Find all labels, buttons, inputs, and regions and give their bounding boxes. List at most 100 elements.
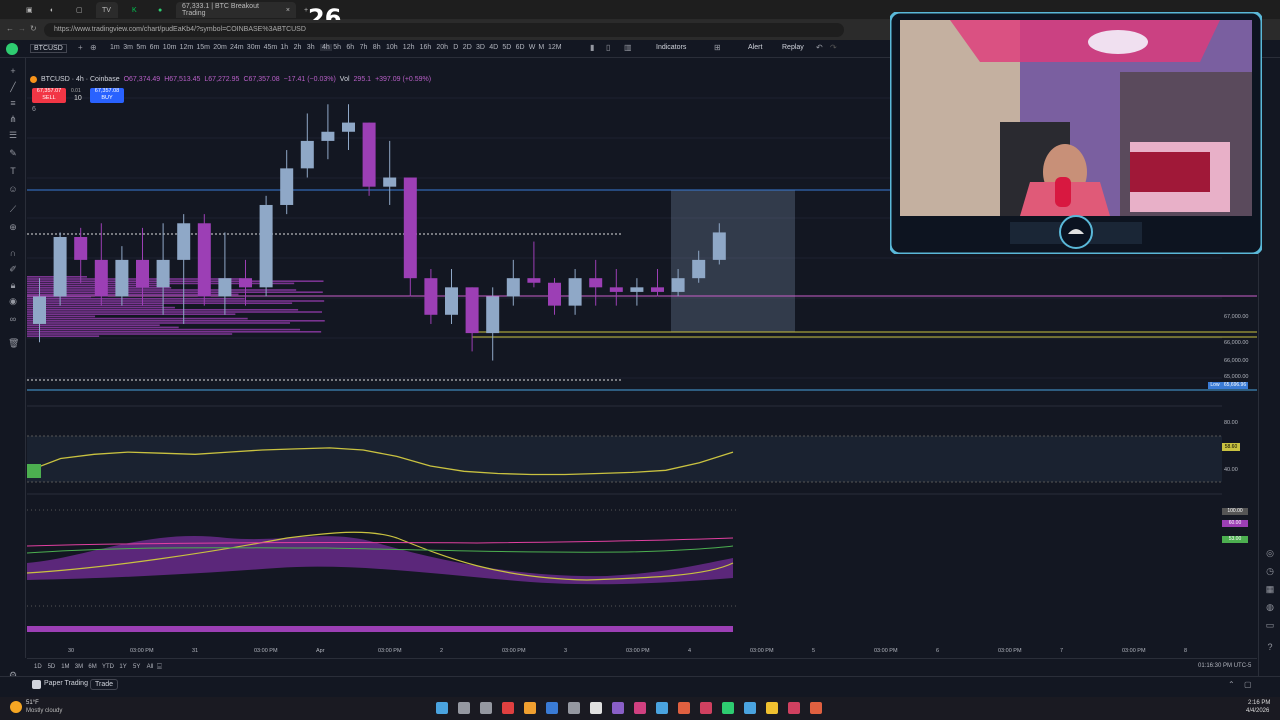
undo-icon[interactable]: ↶	[816, 43, 823, 52]
text-icon[interactable]: T	[8, 166, 18, 176]
timeframe-6m[interactable]: 6m	[150, 44, 160, 51]
timeframe-1m[interactable]: 1m	[110, 44, 120, 51]
range-All[interactable]: All	[147, 664, 154, 670]
app-taskbar-icon[interactable]	[744, 702, 756, 714]
crosshair-icon[interactable]: +	[8, 66, 18, 76]
collapse-icon[interactable]: ⌃	[1228, 680, 1235, 689]
alert-button[interactable]: Alert	[748, 44, 762, 51]
timeframe-3m[interactable]: 3m	[123, 44, 133, 51]
timeframe-1h[interactable]: 1h	[280, 44, 288, 51]
start-taskbar-icon[interactable]	[436, 702, 448, 714]
browser-tab[interactable]: TV	[96, 2, 118, 18]
timeframe-5m[interactable]: 5m	[136, 44, 146, 51]
timeframe-20m[interactable]: 20m	[213, 44, 227, 51]
browser-tab-active[interactable]: 67,333.1 | BTC Breakout Trading ×	[176, 2, 296, 18]
emoji-icon[interactable]: ☺	[8, 184, 18, 194]
pencil-lock-icon[interactable]: ✐	[8, 264, 18, 274]
range-1M[interactable]: 1M	[61, 664, 69, 670]
calendar-icon[interactable]: ▦	[1265, 584, 1275, 594]
timeframe-5h[interactable]: 5h	[333, 44, 341, 51]
ruler-icon[interactable]: ⟋	[8, 204, 18, 214]
timeframe-2D[interactable]: 2D	[463, 44, 472, 51]
timeframe-16h[interactable]: 16h	[420, 44, 432, 51]
app-taskbar-icon[interactable]	[634, 702, 646, 714]
ideas-icon[interactable]: ◍	[1265, 602, 1275, 612]
trash-icon[interactable]: 🗑︎	[8, 338, 19, 348]
compare-icon[interactable]: ⊕	[90, 43, 97, 52]
symbol-search[interactable]: BTCUSD	[30, 44, 67, 53]
timeframe-6D[interactable]: 6D	[516, 44, 525, 51]
range-1D[interactable]: 1D	[34, 664, 42, 670]
browser-taskbar-icon[interactable]	[722, 702, 734, 714]
calendar-range-icon[interactable]: ⌸	[157, 662, 162, 672]
buy-button[interactable]: 67,357.08 BUY	[90, 88, 124, 103]
timeframe-M[interactable]: M	[538, 44, 544, 51]
app-taskbar-icon[interactable]	[700, 702, 712, 714]
timeframe-6h[interactable]: 6h	[346, 44, 354, 51]
timeframe-5D[interactable]: 5D	[502, 44, 511, 51]
watchlist-icon[interactable]: ◎	[1265, 548, 1275, 558]
trendline-icon[interactable]: ╱	[8, 82, 18, 92]
paper-trading-tab[interactable]: Paper Trading	[44, 680, 88, 687]
app-taskbar-icon[interactable]	[502, 702, 514, 714]
trade-button[interactable]: Trade	[90, 679, 119, 690]
lock-icon[interactable]: 🔒︎	[8, 280, 18, 290]
chrome-taskbar-icon[interactable]	[766, 702, 778, 714]
range-6M[interactable]: 6M	[88, 664, 96, 670]
chat-icon[interactable]: ▭	[1265, 620, 1275, 630]
timeframe-7h[interactable]: 7h	[360, 44, 368, 51]
app-taskbar-icon[interactable]	[788, 702, 800, 714]
app-taskbar-icon[interactable]	[568, 702, 580, 714]
browser-tab[interactable]: ▢	[70, 2, 89, 18]
range-1Y[interactable]: 1Y	[119, 664, 126, 670]
add-symbol-icon[interactable]: +	[78, 43, 83, 52]
horizontal-lines-icon[interactable]: ≡	[8, 98, 18, 108]
range-5Y[interactable]: 5Y	[133, 664, 140, 670]
brush-icon[interactable]: ✎	[8, 148, 18, 158]
app-taskbar-icon[interactable]	[524, 702, 536, 714]
timeframe-2h[interactable]: 2h	[294, 44, 302, 51]
taskview-taskbar-icon[interactable]	[480, 702, 492, 714]
timeframe-D[interactable]: D	[453, 44, 458, 51]
legend-title[interactable]: BTCUSD · 4h · Coinbase	[41, 76, 120, 83]
bars-icon[interactable]: ▯	[606, 43, 610, 52]
browser-tab[interactable]: K	[126, 2, 143, 18]
help-icon[interactable]: ?	[1265, 642, 1275, 652]
app-taskbar-icon[interactable]	[810, 702, 822, 714]
timeframe-15m[interactable]: 15m	[196, 44, 210, 51]
browser-tab[interactable]: ▣	[20, 2, 39, 18]
tiktok-taskbar-icon[interactable]	[590, 702, 602, 714]
app-taskbar-icon[interactable]	[656, 702, 668, 714]
timeframe-12h[interactable]: 12h	[403, 44, 415, 51]
chart-type-icon[interactable]: ▮	[590, 43, 594, 52]
browser-tab[interactable]: ◐	[44, 2, 60, 18]
maximize-icon[interactable]: ▢	[1244, 680, 1252, 689]
timeframe-3h[interactable]: 3h	[307, 44, 315, 51]
indicator-count[interactable]: 6	[32, 106, 36, 113]
range-YTD[interactable]: YTD	[102, 664, 114, 670]
timeframe-10h[interactable]: 10h	[386, 44, 398, 51]
link-icon[interactable]: ∞	[8, 314, 18, 324]
timeframe-W[interactable]: W	[529, 44, 536, 51]
browser-tab[interactable]: ●	[152, 2, 168, 18]
range-5D[interactable]: 5D	[48, 664, 56, 670]
magnet-icon[interactable]: ∩	[8, 248, 18, 258]
timeframe-10m[interactable]: 10m	[163, 44, 177, 51]
replay-button[interactable]: Replay	[782, 44, 804, 51]
url-field[interactable]: https://www.tradingview.com/chart/pudEaK…	[44, 23, 844, 37]
timeframe-45m[interactable]: 45m	[264, 44, 278, 51]
heikin-icon[interactable]: ▥	[624, 43, 632, 52]
quantity-field[interactable]: 10	[74, 95, 82, 102]
app-taskbar-icon[interactable]	[678, 702, 690, 714]
app-taskbar-icon[interactable]	[612, 702, 624, 714]
timeframe-12M[interactable]: 12M	[548, 44, 562, 51]
weather-icon[interactable]	[10, 701, 22, 713]
timeframe-4h[interactable]: 4h	[320, 44, 332, 51]
timeframe-4D[interactable]: 4D	[489, 44, 498, 51]
back-icon[interactable]: ←	[6, 24, 14, 33]
timeframe-30m[interactable]: 30m	[247, 44, 261, 51]
reload-icon[interactable]: ↻	[30, 24, 37, 33]
app-taskbar-icon[interactable]	[546, 702, 558, 714]
pitchfork-icon[interactable]: ⋔	[8, 114, 18, 124]
forward-icon[interactable]: →	[18, 24, 26, 33]
